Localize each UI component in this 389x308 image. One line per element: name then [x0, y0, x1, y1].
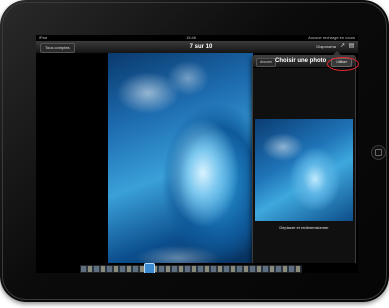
screen: iPad 15:46 Aucune recharge en cours Tous… [36, 35, 358, 273]
highlight-annotation [327, 57, 359, 71]
ipad-device: iPad 15:46 Aucune recharge en cours Tous… [0, 0, 389, 302]
scrubber-thumbnails[interactable] [80, 265, 302, 273]
scrubber-current-thumb[interactable] [144, 263, 155, 273]
back-button[interactable]: Tous comptes [40, 43, 75, 53]
share-icon[interactable]: ↗ [339, 43, 346, 50]
move-scale-caption: Déplacer et redimensionner [279, 225, 329, 230]
popover-title: Choisir une photo [275, 58, 327, 64]
page-title: 7 sur 10 [189, 44, 213, 50]
trash-icon[interactable]: ▤ [348, 43, 355, 50]
wave-image [108, 53, 253, 263]
main-photo[interactable] [108, 53, 253, 263]
thumbnail-scrubber[interactable] [36, 263, 358, 273]
choose-photo-popover: Annuler Choisir une photo Utiliser Dépla… [252, 55, 356, 267]
cancel-button[interactable]: Annuler [256, 58, 277, 67]
crop-preview[interactable] [255, 119, 353, 221]
slideshow-button[interactable]: Diaporama [316, 43, 336, 51]
home-button[interactable] [371, 145, 386, 160]
